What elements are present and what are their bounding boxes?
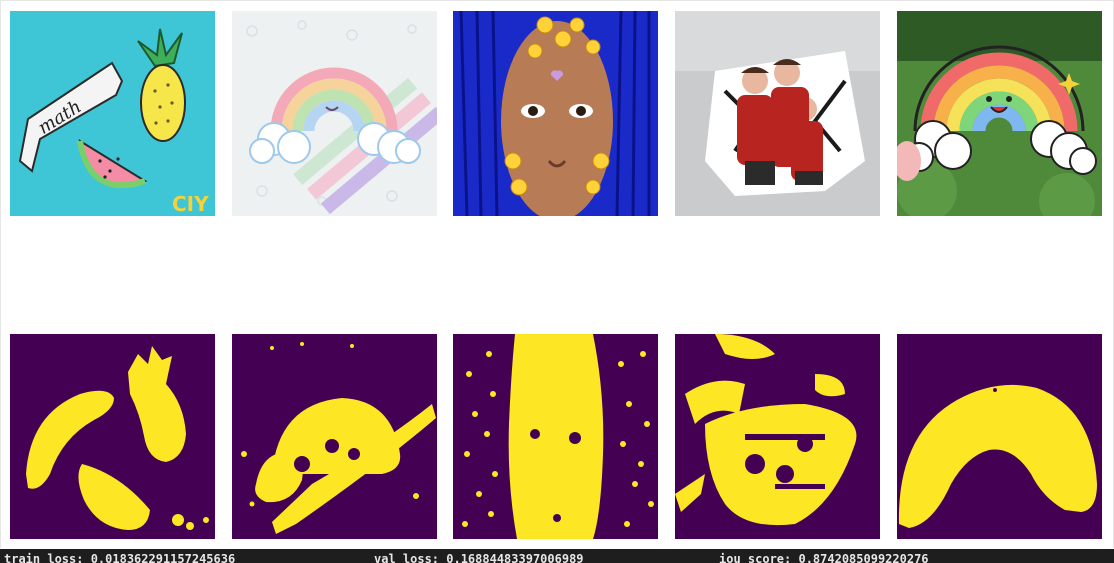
input-image-1: math CIY [10,11,215,216]
training-metrics-output: train_loss: 0.018362291157245636 val_los… [0,549,1114,563]
input-image-2 [232,11,437,216]
mask-3 [453,334,658,539]
mask-5 [897,334,1102,539]
train-loss-text: train_loss: 0.018362291157245636 [4,552,236,563]
iou-score-text: iou_score: 0.8742085099220276 [719,552,929,563]
brand-logo: CIY [172,192,209,216]
cell-border-left [0,0,1,548]
mask-1 [10,334,215,539]
val-loss-text: val_loss: 0.16884483397006989 [374,552,584,563]
input-image-4 [675,11,880,216]
mask-2 [232,334,437,539]
input-image-5 [897,11,1102,216]
input-image-3 [453,11,658,216]
cell-border-top [0,0,1114,1]
mask-4 [675,334,880,539]
